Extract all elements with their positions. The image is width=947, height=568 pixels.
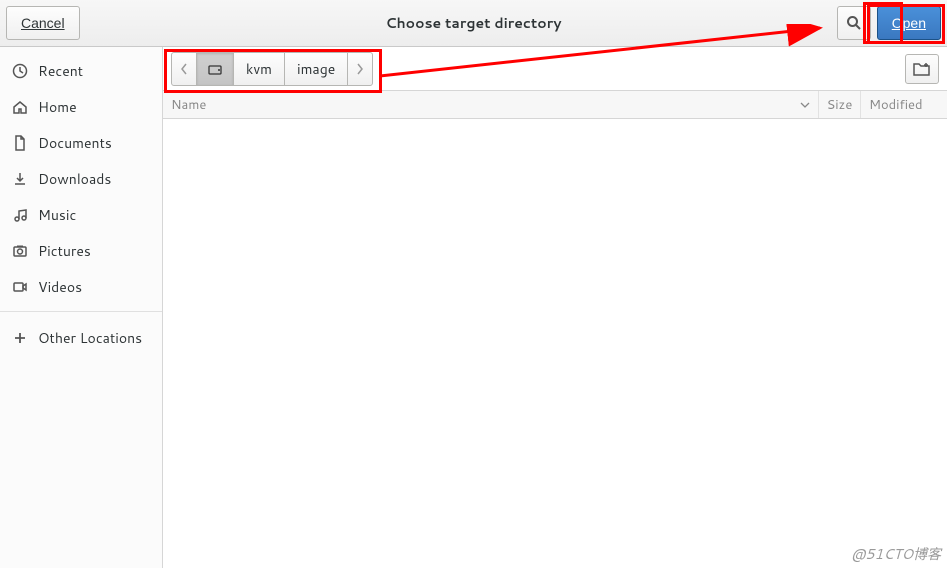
sidebar-item-downloads[interactable]: Downloads xyxy=(0,161,162,197)
breadcrumb-forward[interactable] xyxy=(348,53,372,85)
open-button[interactable]: Open xyxy=(877,6,941,40)
music-icon xyxy=(12,207,28,223)
column-header-size[interactable]: Size xyxy=(819,91,861,118)
column-header-name[interactable]: Name xyxy=(163,91,819,118)
chevron-right-icon xyxy=(356,63,364,75)
sidebar-item-label: Home xyxy=(38,97,77,117)
home-icon xyxy=(12,99,28,115)
document-icon xyxy=(12,135,28,151)
sidebar-item-documents[interactable]: Documents xyxy=(0,125,162,161)
sidebar-item-label: Music xyxy=(38,205,76,225)
breadcrumb-back[interactable] xyxy=(172,53,197,85)
sort-desc-icon xyxy=(800,102,810,108)
breadcrumb-root[interactable] xyxy=(197,53,234,85)
breadcrumb-segment-image[interactable]: image xyxy=(285,53,348,85)
search-icon xyxy=(846,15,862,31)
clock-icon xyxy=(12,63,28,79)
sidebar-item-label: Other Locations xyxy=(38,328,142,348)
sidebar-item-pictures[interactable]: Pictures xyxy=(0,233,162,269)
titlebar: Cancel Choose target directory Open xyxy=(0,0,947,47)
new-folder-button[interactable] xyxy=(905,54,939,84)
column-header-modified[interactable]: Modified xyxy=(861,91,947,118)
breadcrumb-segment-kvm[interactable]: kvm xyxy=(234,53,285,85)
cancel-button[interactable]: Cancel xyxy=(6,6,80,40)
watermark: @51CTO博客 xyxy=(851,544,941,564)
sidebar-item-label: Recent xyxy=(38,61,83,81)
sidebar-item-recent[interactable]: Recent xyxy=(0,53,162,89)
sidebar-item-other-locations[interactable]: Other Locations xyxy=(0,320,162,356)
sidebar-item-label: Documents xyxy=(38,133,112,153)
dialog-title: Choose target directory xyxy=(385,13,561,33)
plus-icon xyxy=(12,330,28,346)
sidebar-divider xyxy=(0,311,162,312)
file-list[interactable] xyxy=(163,119,947,568)
main-panel: kvm image Name Size Modified xyxy=(163,47,947,568)
download-icon xyxy=(12,171,28,187)
breadcrumb: kvm image xyxy=(171,52,373,86)
sidebar-item-label: Downloads xyxy=(38,169,111,189)
sidebar-item-music[interactable]: Music xyxy=(0,197,162,233)
search-button[interactable] xyxy=(837,6,871,40)
drive-icon xyxy=(207,61,223,77)
new-folder-icon xyxy=(913,61,931,77)
sidebar-item-label: Videos xyxy=(38,277,82,297)
camera-icon xyxy=(12,243,28,259)
sidebar: Recent Home Documents Downloads Music Pi… xyxy=(0,47,163,568)
sidebar-item-videos[interactable]: Videos xyxy=(0,269,162,305)
chevron-left-icon xyxy=(180,63,188,75)
path-bar-row: kvm image xyxy=(163,47,947,91)
video-icon xyxy=(12,279,28,295)
columns-header: Name Size Modified xyxy=(163,91,947,119)
sidebar-item-home[interactable]: Home xyxy=(0,89,162,125)
sidebar-item-label: Pictures xyxy=(38,241,91,261)
